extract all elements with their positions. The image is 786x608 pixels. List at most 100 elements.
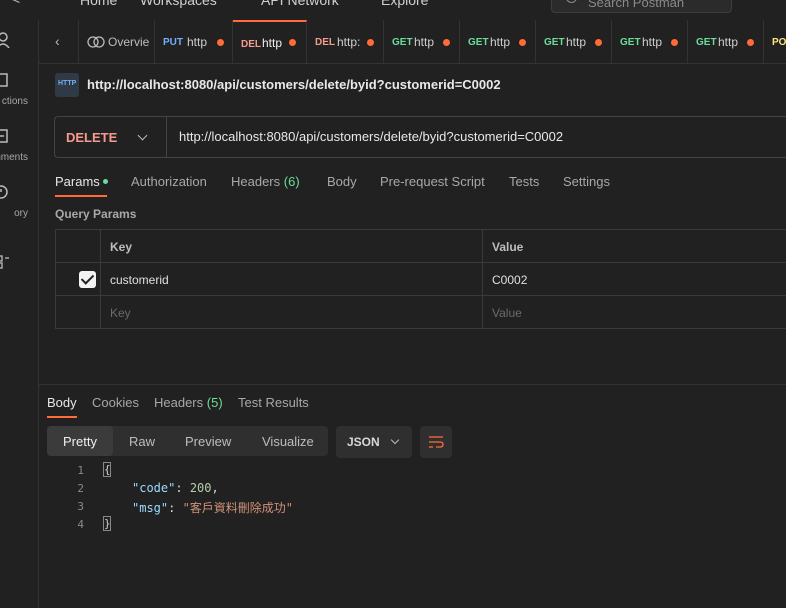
tab-overview[interactable]: Overvie [79, 20, 155, 63]
open-brace[interactable]: { [103, 462, 111, 477]
tab-get-http-2[interactable]: GET http [460, 20, 536, 63]
key-input[interactable]: Key [101, 296, 483, 329]
tab-settings[interactable]: Settings [563, 174, 610, 189]
code-line-3: "msg": "客戶資料刪除成功" [132, 499, 293, 516]
nav-home[interactable]: Home [80, 0, 117, 8]
response-tab-headers[interactable]: Headers (5) [154, 395, 223, 410]
tab-prerequest-script[interactable]: Pre-request Script [380, 174, 485, 189]
search-icon [566, 0, 577, 3]
http-icon-label: HTTP [58, 80, 77, 87]
tab-tests[interactable]: Tests [509, 174, 539, 189]
sidebar-item-add[interactable] [0, 254, 38, 274]
header-checkbox-cell [56, 230, 101, 262]
tab-method: GET [696, 37, 717, 48]
tab-get-http-4[interactable]: GET http [612, 20, 688, 63]
tab-del-http-active[interactable]: DEL http [233, 20, 307, 63]
tab-scroll-left[interactable]: ‹ [39, 20, 79, 63]
tab-name: Overvie [108, 35, 150, 49]
tab-params[interactable]: Params [55, 174, 108, 189]
sidebar-item-collections[interactable]: ctions [0, 72, 38, 112]
unsaved-dot-icon [671, 39, 678, 46]
param-value-cell[interactable]: C0002 [483, 263, 786, 295]
view-visualize-label: Visualize [262, 434, 314, 449]
sidebar-item-user[interactable] [0, 32, 38, 56]
tab-name: http [262, 36, 283, 50]
json-key-code: "code" [132, 481, 176, 495]
code-line-2: "code": 200, [132, 481, 219, 495]
tab-name: http [414, 35, 435, 49]
response-headers-count: (5) [206, 395, 223, 410]
view-visualize-button[interactable]: Visualize [245, 426, 328, 456]
unsaved-dot-icon [747, 39, 754, 46]
back-arrow-icon[interactable]: < [12, 0, 20, 7]
unsaved-dot-icon [217, 39, 224, 46]
param-checkbox[interactable] [79, 271, 96, 288]
value-header: Value [492, 240, 524, 254]
view-preview-button[interactable]: Preview [169, 426, 245, 456]
tab-method: DEL [241, 39, 261, 50]
query-params-table: Key Value customerid C0002 Key Value [55, 229, 786, 329]
tab-params-label: Params [55, 174, 100, 189]
tab-get-http-5[interactable]: GET http [688, 20, 764, 63]
code-line-1: { [103, 462, 111, 477]
value-input[interactable]: Value [483, 296, 786, 329]
close-brace[interactable]: } [103, 516, 111, 531]
tab-put-http[interactable]: PUT http [155, 20, 233, 63]
key-header: Key [110, 240, 133, 254]
unsaved-dot-icon [443, 39, 450, 46]
url-input[interactable]: http://localhost:8080/api/customers/dele… [179, 129, 563, 144]
tab-del-http-2[interactable]: DEL http: [307, 20, 384, 63]
method-select[interactable]: DELETE [55, 117, 167, 157]
nav-api-network[interactable]: API Network [261, 0, 339, 8]
response-tab-test-results[interactable]: Test Results [238, 395, 309, 410]
request-title-text[interactable]: http://localhost:8080/api/customers/dele… [87, 77, 501, 92]
tab-name: http: [337, 35, 361, 49]
tab-authorization[interactable]: Authorization [131, 174, 207, 189]
line-number: 3 [77, 500, 84, 513]
key-header-cell: Key [101, 230, 483, 262]
http-icon: HTTP [55, 73, 79, 97]
table-header-row: Key Value [56, 230, 786, 263]
wrap-lines-button[interactable] [420, 426, 452, 458]
response-divider[interactable] [39, 384, 786, 385]
tab-name: http [642, 35, 663, 49]
sidebar-item-history[interactable]: ory [0, 184, 38, 224]
response-headers-label: Headers [154, 395, 204, 410]
tab-method: GET [620, 37, 641, 48]
tab-post-partial[interactable]: POS [764, 20, 786, 63]
tab-method: GET [544, 37, 565, 48]
json-value-code: 200 [189, 481, 212, 495]
response-tab-body[interactable]: Body [47, 395, 77, 410]
nav-explore[interactable]: Explore [381, 0, 428, 8]
wrap-lines-icon [429, 436, 444, 448]
view-pretty-label: Pretty [63, 434, 97, 449]
tab-name: http [490, 35, 511, 49]
nav-workspaces[interactable]: Workspaces [140, 0, 217, 8]
tab-method: POS [772, 37, 786, 48]
response-tab-cookies[interactable]: Cookies [92, 395, 139, 410]
format-select[interactable]: JSON [336, 426, 412, 458]
tab-get-http-1[interactable]: GET http [384, 20, 460, 63]
view-raw-button[interactable]: Raw [113, 426, 169, 456]
tab-method: GET [468, 37, 489, 48]
json-value-msg: "客戶資料刪除成功" [182, 501, 294, 515]
table-row-empty: Key Value [56, 296, 786, 329]
empty-checkbox-cell [56, 296, 101, 329]
add-workspace-icon [0, 255, 9, 269]
sidebar-item-environments[interactable]: nments [0, 128, 38, 168]
json-colon: : [168, 501, 183, 515]
search-input[interactable]: Search Postman [551, 0, 732, 13]
json-colon: : [175, 481, 190, 495]
tab-get-http-3[interactable]: GET http [536, 20, 612, 63]
unsaved-dot-icon [595, 39, 602, 46]
view-mode-group: Pretty Raw Preview Visualize [47, 426, 328, 456]
query-params-label: Query Params [55, 207, 137, 221]
view-preview-label: Preview [185, 434, 232, 449]
tab-headers[interactable]: Headers (6) [231, 174, 300, 189]
active-dot-icon [102, 179, 108, 185]
tab-body[interactable]: Body [327, 174, 357, 189]
param-key-cell[interactable]: customerid [101, 263, 483, 295]
key-placeholder: Key [110, 306, 131, 320]
line-number: 2 [77, 482, 84, 495]
view-pretty-button[interactable]: Pretty [47, 426, 113, 456]
